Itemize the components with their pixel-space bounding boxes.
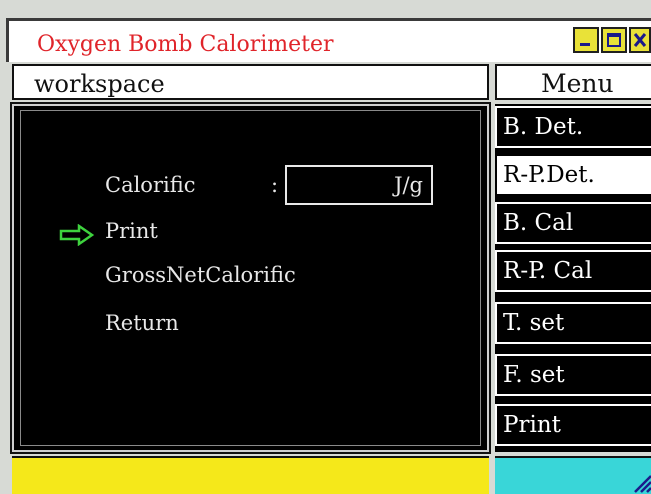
- menu-title: Menu: [541, 69, 614, 98]
- calorific-label: Calorific: [105, 173, 196, 197]
- menu-item-b-det[interactable]: B. Det.: [495, 106, 651, 148]
- menu-item-r-p-cal[interactable]: R-P. Cal: [495, 250, 651, 292]
- workspace-title: workspace: [34, 70, 165, 98]
- menu-item-r-p-det[interactable]: R-P.Det.: [495, 154, 651, 196]
- status-bar-right: [495, 456, 651, 494]
- workspace-content: Calorific : J/g Print GrossNetCalorific …: [20, 110, 481, 446]
- minimize-icon[interactable]: [573, 27, 599, 53]
- workspace-header: workspace: [12, 64, 489, 100]
- workspace-panel: Calorific : J/g Print GrossNetCalorific …: [10, 102, 491, 454]
- calorific-unit: J/g: [394, 173, 423, 197]
- window-title: Oxygen Bomb Calorimeter: [37, 32, 334, 57]
- menu-item-b-cal[interactable]: B. Cal: [495, 202, 651, 244]
- side-menu: B. Det. R-P.Det. B. Cal R-P. Cal T. set …: [495, 104, 651, 452]
- title-bar: Oxygen Bomb Calorimeter: [6, 18, 651, 62]
- option-gross-net-calorific[interactable]: GrossNetCalorific: [105, 263, 296, 287]
- option-return[interactable]: Return: [105, 311, 179, 335]
- close-icon[interactable]: [629, 27, 651, 53]
- option-print[interactable]: Print: [105, 219, 158, 243]
- menu-header: Menu: [495, 64, 651, 100]
- calorific-colon: :: [271, 173, 279, 197]
- right-arrow-icon: [59, 224, 95, 246]
- menu-item-t-set[interactable]: T. set: [495, 302, 651, 344]
- menu-item-print[interactable]: Print: [495, 404, 651, 446]
- app-window: Oxygen Bomb Calorimeter workspace Menu C…: [0, 0, 651, 494]
- calorific-field[interactable]: J/g: [285, 165, 433, 205]
- resize-grip-icon[interactable]: [627, 468, 651, 494]
- status-bar-left: [12, 456, 489, 494]
- maximize-icon[interactable]: [601, 27, 627, 53]
- menu-item-f-set[interactable]: F. set: [495, 354, 651, 396]
- window-controls: [571, 27, 651, 53]
